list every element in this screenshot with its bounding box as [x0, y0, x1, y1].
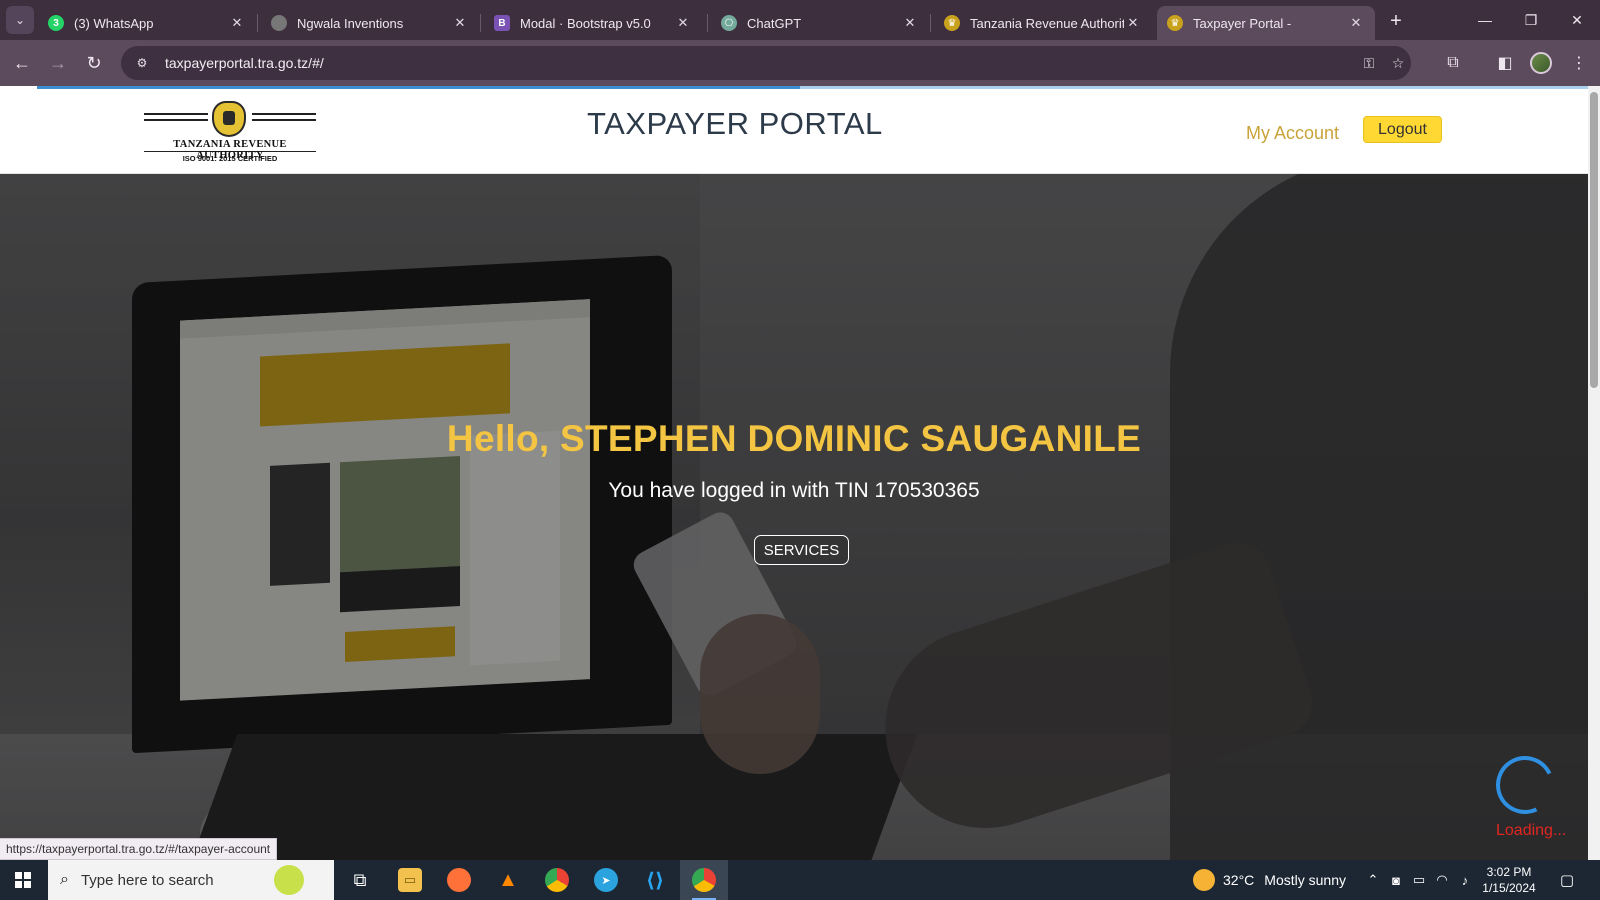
tab-tanzania-revenue-authority[interactable]: ♛ Tanzania Revenue Authority ✕	[934, 6, 1152, 40]
window-close-icon[interactable]: ✕	[1554, 6, 1600, 34]
camera-icon[interactable]: ◙	[1386, 870, 1406, 890]
chrome-icon[interactable]	[533, 860, 581, 900]
page-viewport: TANZANIA REVENUE AUTHORITY ISO 9001: 201…	[0, 86, 1600, 861]
whatsapp-icon: 3	[48, 15, 64, 31]
tab-taxpayer-portal[interactable]: ♛ Taxpayer Portal - ✕	[1157, 6, 1375, 40]
tab-search-chevron-icon[interactable]: ⌄	[6, 6, 34, 34]
windows-logo-icon	[15, 872, 31, 888]
close-icon[interactable]: ✕	[228, 15, 246, 31]
tra-emblem-icon	[212, 101, 246, 137]
minimize-icon[interactable]: —	[1462, 6, 1508, 34]
more-menu-icon[interactable]: ⋮	[1568, 52, 1590, 74]
logo-stripe	[144, 113, 208, 115]
tab-whatsapp[interactable]: 3 (3) WhatsApp ✕	[38, 6, 256, 40]
weather-temperature: 32°C	[1223, 872, 1255, 888]
my-account-link[interactable]: My Account	[1246, 123, 1339, 144]
extensions-puzzle-icon[interactable]: ⧉	[1442, 52, 1464, 74]
site-info-icon[interactable]: ⚙	[133, 54, 151, 72]
tra-emblem-icon: ♛	[1167, 15, 1183, 31]
browser-tab-strip: ⌄ 3 (3) WhatsApp ✕ Ngwala Inventions ✕ B…	[0, 0, 1600, 40]
logo-iso-certification: ISO 9001: 2015 CERTIFIED	[182, 154, 278, 163]
hero-banner: Hello, STEPHEN DOMINIC SAUGANILE You hav…	[0, 174, 1588, 861]
tab-separator	[707, 14, 708, 32]
tab-title: ChatGPT	[747, 15, 802, 31]
windows-taskbar: ⌕ Type here to search ⧉ ▭ ▲ ➤ ⟨⟩ 32°C Mo…	[0, 860, 1600, 900]
volume-icon[interactable]: ♪	[1455, 870, 1475, 890]
telegram-icon[interactable]: ➤	[582, 860, 630, 900]
clock-time: 3:02 PM	[1486, 865, 1532, 879]
task-view-icon[interactable]: ⧉	[336, 860, 384, 900]
new-tab-plus-icon[interactable]: +	[1383, 8, 1409, 34]
battery-icon[interactable]: ▭	[1409, 870, 1429, 890]
bookmark-star-icon[interactable]: ☆	[1388, 53, 1408, 73]
tin-message: You have logged in with TIN 170530365	[608, 479, 980, 502]
wifi-icon[interactable]: ◠	[1432, 870, 1452, 890]
tab-title: (3) WhatsApp	[74, 15, 154, 31]
hero-dark-overlay	[0, 174, 1588, 861]
page-title: TAXPAYER PORTAL	[587, 106, 883, 141]
tab-title: Taxpayer Portal -	[1193, 15, 1292, 31]
close-icon[interactable]: ✕	[451, 15, 469, 31]
vscode-icon[interactable]: ⟨⟩	[631, 860, 679, 900]
tab-title: Tanzania Revenue Authority	[970, 15, 1124, 31]
start-button[interactable]	[0, 860, 46, 900]
tra-logo[interactable]: TANZANIA REVENUE AUTHORITY ISO 9001: 201…	[144, 101, 316, 165]
chrome-profile-icon[interactable]	[680, 860, 728, 900]
clock-date: 1/15/2024	[1482, 881, 1536, 895]
search-icon: ⌕	[60, 871, 69, 888]
firefox-icon[interactable]	[435, 860, 483, 900]
tra-emblem-icon: ♛	[944, 15, 960, 31]
site-header: TANZANIA REVENUE AUTHORITY ISO 9001: 201…	[0, 89, 1588, 174]
loading-text: Loading...	[1496, 822, 1567, 839]
logout-button[interactable]: Logout	[1363, 116, 1442, 143]
greeting-heading: Hello, STEPHEN DOMINIC SAUGANILE	[446, 418, 1142, 459]
tab-separator	[257, 14, 258, 32]
bootstrap-icon: B	[494, 15, 510, 31]
profile-avatar[interactable]	[1530, 52, 1552, 74]
logo-stripe	[144, 119, 208, 121]
taskbar-search-box[interactable]: ⌕ Type here to search	[48, 860, 334, 900]
vlc-icon[interactable]: ▲	[484, 860, 532, 900]
notification-icon[interactable]: ▢	[1556, 869, 1578, 891]
services-button[interactable]: SERVICES	[754, 535, 849, 565]
tab-bootstrap-modal[interactable]: B Modal · Bootstrap v5.0 ✕	[484, 6, 702, 40]
partly-sunny-icon	[1193, 869, 1215, 891]
tab-separator	[480, 14, 481, 32]
status-bar-url: https://taxpayerportal.tra.go.tz/#/taxpa…	[0, 838, 278, 860]
logo-stripe	[252, 113, 316, 115]
chevron-up-icon[interactable]: ⌃	[1363, 870, 1383, 890]
tab-ngwala-inventions[interactable]: Ngwala Inventions ✕	[261, 6, 479, 40]
browser-toolbar: ← → ↻ ⚙ taxpayerportal.tra.go.tz/#/ ⚿ ☆ …	[0, 40, 1600, 86]
close-icon[interactable]: ✕	[901, 15, 919, 31]
search-placeholder: Type here to search	[80, 871, 214, 889]
close-icon[interactable]: ✕	[1347, 15, 1365, 31]
url-text[interactable]: taxpayerportal.tra.go.tz/#/	[165, 55, 324, 71]
restore-icon[interactable]: ❐	[1508, 6, 1554, 34]
file-explorer-icon[interactable]: ▭	[386, 860, 434, 900]
weather-description: Mostly sunny	[1264, 872, 1346, 888]
page-scrollbar[interactable]	[1588, 86, 1600, 861]
close-icon[interactable]: ✕	[1124, 15, 1142, 31]
chatgpt-icon: ⎔	[721, 15, 737, 31]
tab-title: Modal · Bootstrap v5.0	[520, 15, 651, 31]
side-panel-icon[interactable]: ◧	[1494, 52, 1516, 74]
globe-icon	[271, 15, 287, 31]
weather-widget[interactable]: 32°C Mostly sunny	[1193, 860, 1346, 900]
tab-separator	[930, 14, 931, 32]
close-icon[interactable]: ✕	[674, 15, 692, 31]
address-bar[interactable]: ⚙ taxpayerportal.tra.go.tz/#/ ⚿ ☆	[121, 46, 1411, 80]
scrollbar-thumb[interactable]	[1590, 92, 1598, 388]
reload-icon[interactable]: ↻	[80, 49, 108, 77]
taskbar-clock[interactable]: 3:02 PM 1/15/2024	[1474, 864, 1544, 896]
logo-stripe	[252, 119, 316, 121]
tab-chatgpt[interactable]: ⎔ ChatGPT ✕	[711, 6, 929, 40]
forward-arrow-icon[interactable]: →	[44, 49, 72, 77]
back-arrow-icon[interactable]: ←	[8, 49, 36, 77]
search-highlight-tennis-icon	[274, 865, 304, 895]
tab-title: Ngwala Inventions	[297, 15, 404, 31]
key-icon[interactable]: ⚿	[1359, 53, 1379, 73]
